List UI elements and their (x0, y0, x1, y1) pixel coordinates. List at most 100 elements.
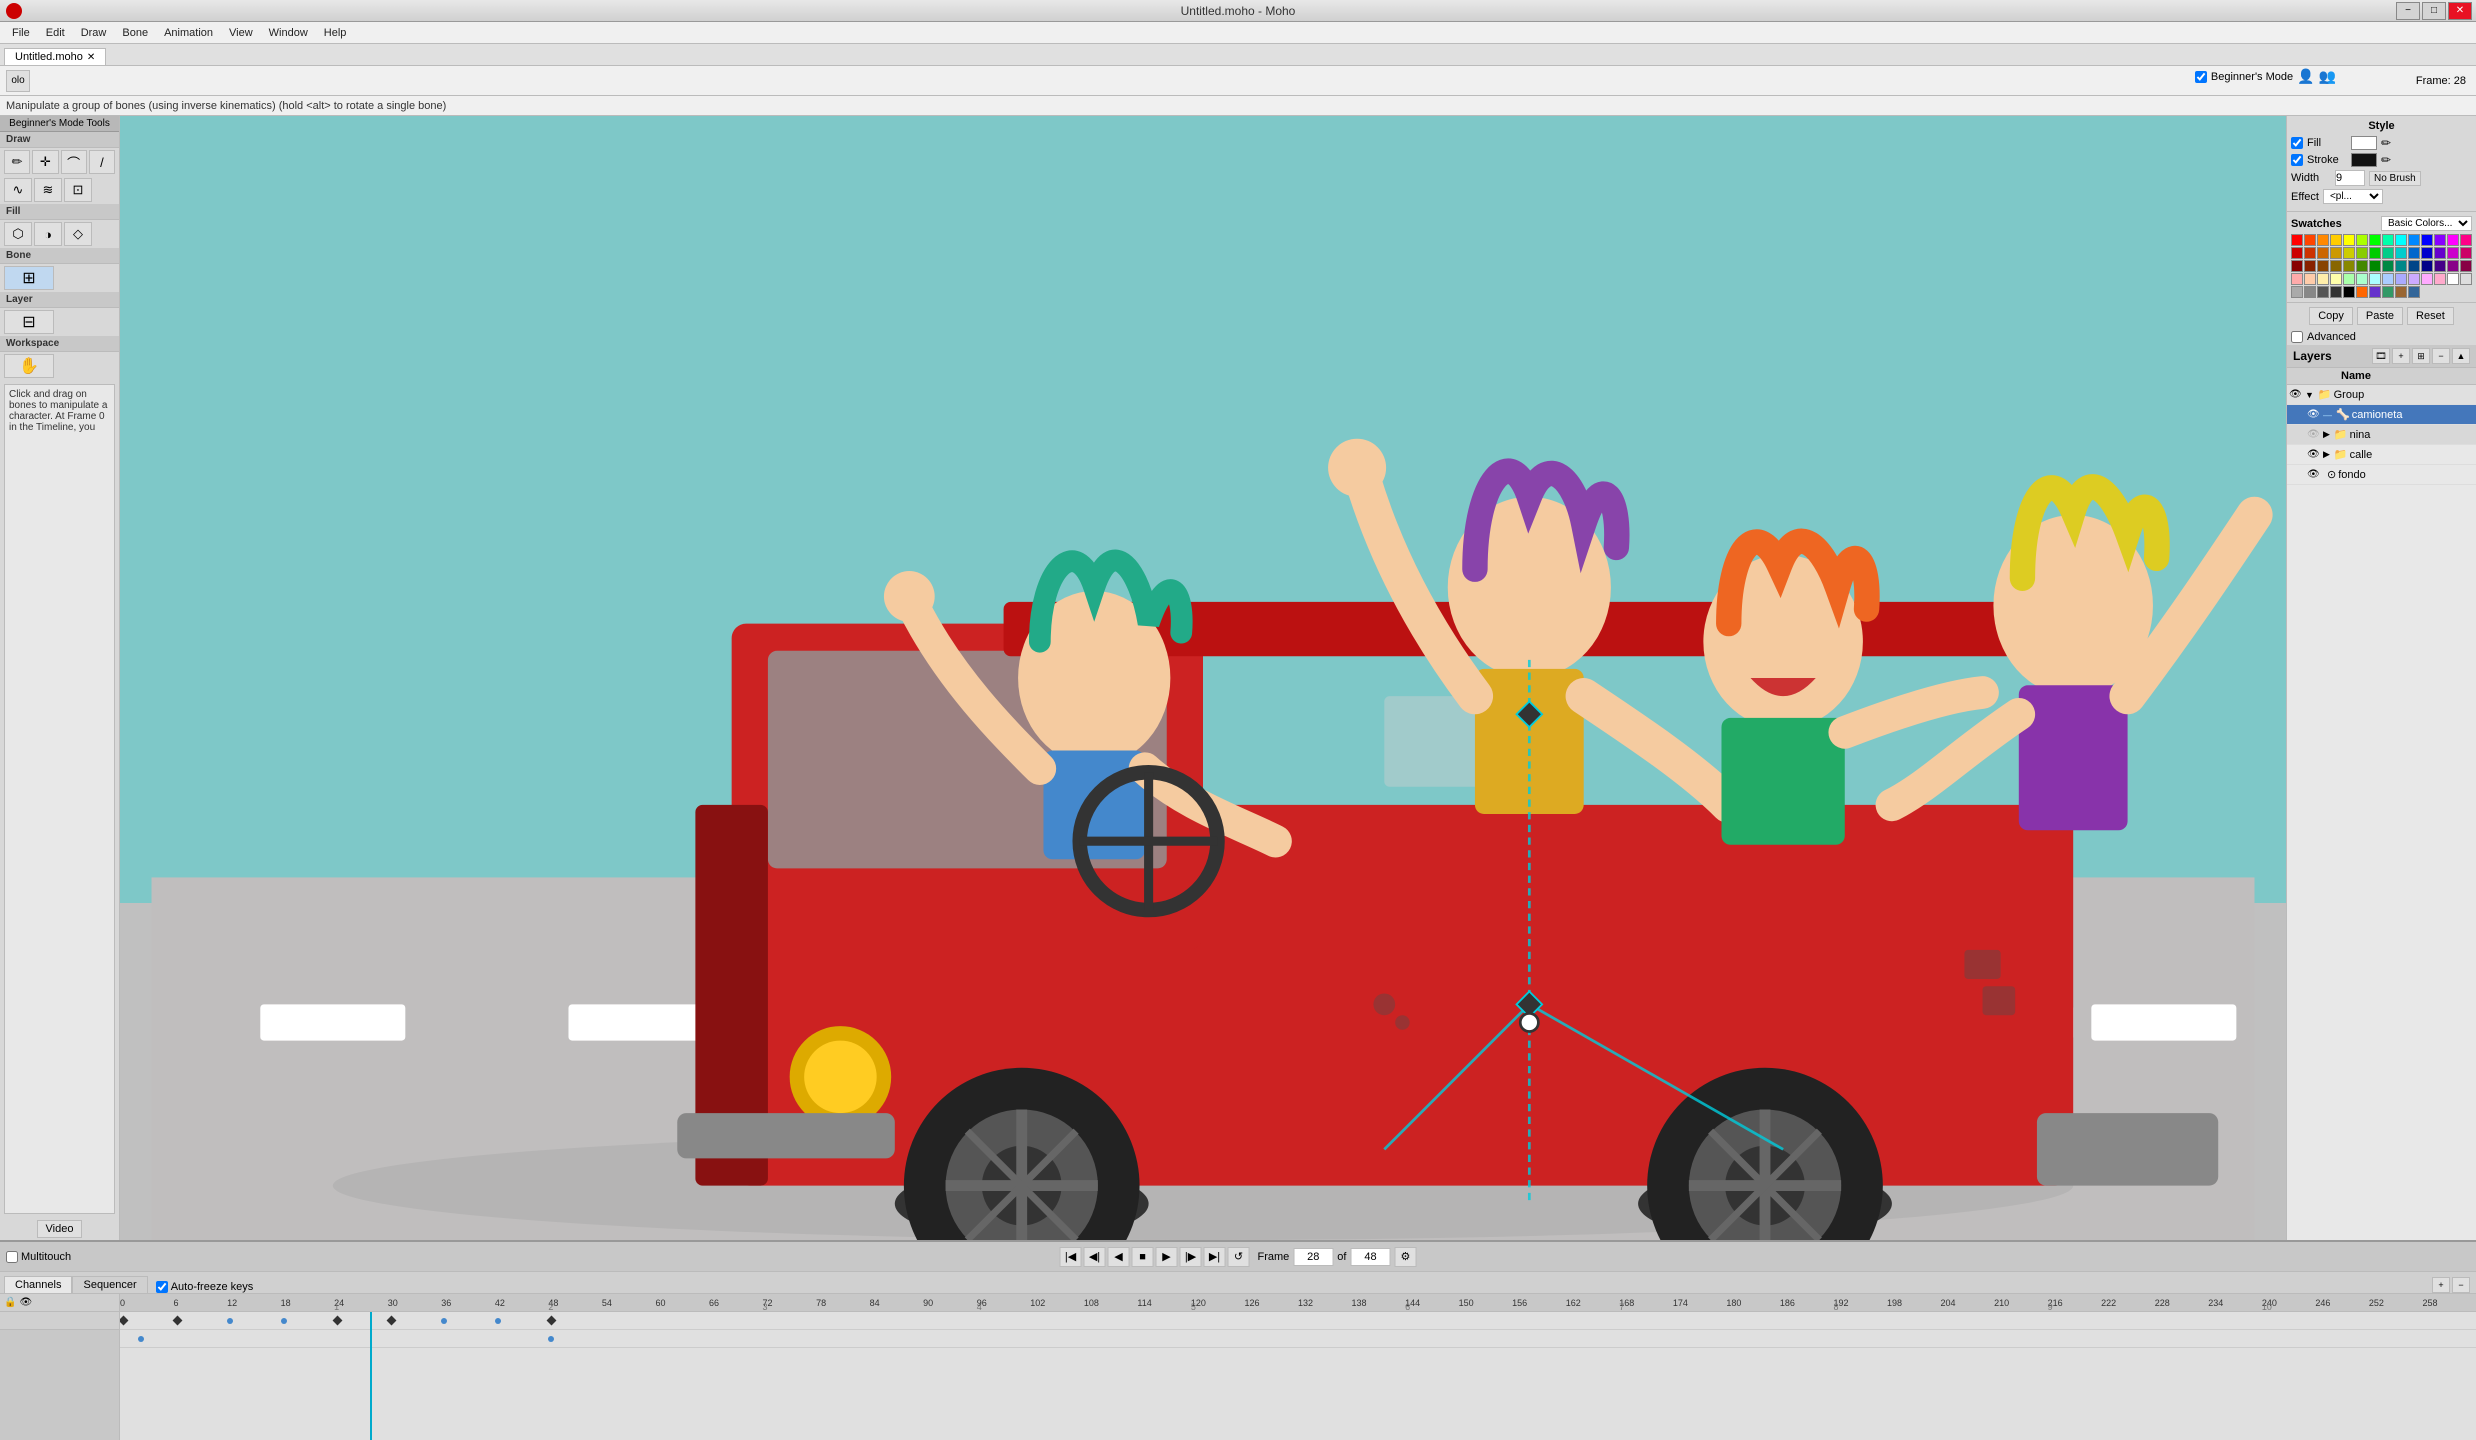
swatch-cell-19[interactable] (2356, 247, 2368, 259)
swatch-cell-64[interactable] (2395, 286, 2407, 298)
loop-button[interactable]: ↺ (1228, 1247, 1250, 1267)
swatch-cell-45[interactable] (2330, 273, 2342, 285)
swatch-cell-34[interactable] (2369, 260, 2381, 272)
gradient-tool[interactable]: ◇ (64, 222, 92, 246)
menu-animation[interactable]: Animation (156, 25, 221, 41)
swatch-cell-60[interactable] (2343, 286, 2355, 298)
menu-draw[interactable]: Draw (73, 25, 115, 41)
swatch-cell-51[interactable] (2408, 273, 2420, 285)
swatch-cell-40[interactable] (2447, 260, 2459, 272)
channels-tab[interactable]: Channels (4, 1276, 72, 1293)
layer-row-nina[interactable]: 👁 ▶ 📁 nina (2287, 425, 2476, 445)
swatch-cell-15[interactable] (2304, 247, 2316, 259)
swatch-cell-38[interactable] (2421, 260, 2433, 272)
fill-tool[interactable]: ⬡ (4, 222, 32, 246)
menu-view[interactable]: View (221, 25, 261, 41)
swatch-cell-57[interactable] (2304, 286, 2316, 298)
play-forward-button[interactable]: ▶ (1156, 1247, 1178, 1267)
width-input[interactable] (2335, 170, 2365, 186)
close-button[interactable]: ✕ (2448, 2, 2472, 20)
move-tool[interactable]: ✛ (32, 150, 58, 174)
swatch-cell-63[interactable] (2382, 286, 2394, 298)
swatch-cell-52[interactable] (2421, 273, 2433, 285)
layer-row-fondo[interactable]: 👁 ⊙ fondo (2287, 465, 2476, 485)
fill-checkbox[interactable] (2291, 137, 2303, 149)
swatch-cell-37[interactable] (2408, 260, 2420, 272)
noise-tool[interactable]: ≋ (34, 178, 62, 202)
swatch-cell-4[interactable] (2343, 234, 2355, 246)
stroke-pencil-icon[interactable]: ✏ (2381, 153, 2391, 167)
toolbar-icon[interactable]: olo (6, 70, 30, 92)
swatch-cell-50[interactable] (2395, 273, 2407, 285)
swatch-cell-22[interactable] (2395, 247, 2407, 259)
swatch-cell-2[interactable] (2317, 234, 2329, 246)
advanced-checkbox[interactable] (2291, 331, 2303, 343)
swatch-cell-35[interactable] (2382, 260, 2394, 272)
stop-button[interactable]: ■ (1132, 1247, 1154, 1267)
swatch-cell-33[interactable] (2356, 260, 2368, 272)
swatch-cell-32[interactable] (2343, 260, 2355, 272)
multitouch-checkbox[interactable] (6, 1251, 18, 1263)
maximize-button[interactable]: □ (2422, 2, 2446, 20)
fill-swatch[interactable] (2351, 136, 2377, 150)
fill-pencil-icon[interactable]: ✏ (2381, 136, 2391, 150)
swatch-cell-31[interactable] (2330, 260, 2342, 272)
layer-row-group[interactable]: 👁 ▼ 📁 Group (2287, 385, 2476, 405)
menu-bone[interactable]: Bone (114, 25, 156, 41)
swatch-cell-61[interactable] (2356, 286, 2368, 298)
swatch-cell-10[interactable] (2421, 234, 2433, 246)
swatch-cell-43[interactable] (2304, 273, 2316, 285)
swatch-cell-17[interactable] (2330, 247, 2342, 259)
swatch-cell-55[interactable] (2460, 273, 2472, 285)
swatch-cell-8[interactable] (2395, 234, 2407, 246)
swatch-cell-9[interactable] (2408, 234, 2420, 246)
copy-button[interactable]: Copy (2309, 307, 2353, 325)
swatch-cell-53[interactable] (2434, 273, 2446, 285)
menu-edit[interactable]: Edit (38, 25, 73, 41)
step-back-button[interactable]: ◀| (1084, 1247, 1106, 1267)
warp-tool[interactable]: ⊡ (64, 178, 92, 202)
timeline-content[interactable] (120, 1312, 2476, 1440)
go-end-button[interactable]: ▶| (1204, 1247, 1226, 1267)
swatch-cell-12[interactable] (2447, 234, 2459, 246)
canvas-area[interactable] (120, 116, 2286, 1240)
swatch-cell-24[interactable] (2421, 247, 2433, 259)
go-start-button[interactable]: |◀ (1060, 1247, 1082, 1267)
layer-tool[interactable]: ⊟ (4, 310, 54, 334)
swatch-cell-11[interactable] (2434, 234, 2446, 246)
swatch-cell-42[interactable] (2291, 273, 2303, 285)
curve-tool[interactable]: ⌒ (61, 150, 87, 174)
bone-tool[interactable]: ⊞ (4, 266, 54, 290)
swatch-cell-26[interactable] (2447, 247, 2459, 259)
swatch-cell-30[interactable] (2317, 260, 2329, 272)
swatch-cell-58[interactable] (2317, 286, 2329, 298)
swatch-cell-39[interactable] (2434, 260, 2446, 272)
shape-tool[interactable]: ∿ (4, 178, 32, 202)
current-frame-input[interactable] (1293, 1248, 1333, 1266)
swatch-cell-56[interactable] (2291, 286, 2303, 298)
tl-zoom-in[interactable]: + (2432, 1277, 2450, 1293)
hand-tool[interactable]: ✋ (4, 354, 54, 378)
layer-row-calle[interactable]: 👁 ▶ 📁 calle (2287, 445, 2476, 465)
auto-freeze-checkbox[interactable] (156, 1281, 168, 1293)
effect-select[interactable]: <pl... (2323, 189, 2383, 204)
swatch-cell-54[interactable] (2447, 273, 2459, 285)
reset-button[interactable]: Reset (2407, 307, 2454, 325)
swatch-cell-46[interactable] (2343, 273, 2355, 285)
options-button[interactable]: ⚙ (1394, 1247, 1416, 1267)
swatch-cell-14[interactable] (2291, 247, 2303, 259)
swatch-cell-48[interactable] (2369, 273, 2381, 285)
timeline-scroll-area[interactable]: 0612182430364248546066727884909610210811… (120, 1294, 2476, 1440)
total-frames-input[interactable] (1350, 1248, 1390, 1266)
swatch-cell-29[interactable] (2304, 260, 2316, 272)
layers-tool-3[interactable]: ⊞ (2412, 348, 2430, 364)
layers-tool-2[interactable]: + (2392, 348, 2410, 364)
swatch-cell-18[interactable] (2343, 247, 2355, 259)
swatch-cell-65[interactable] (2408, 286, 2420, 298)
swatch-cell-7[interactable] (2382, 234, 2394, 246)
swatch-cell-47[interactable] (2356, 273, 2368, 285)
swatch-preset-select[interactable]: Basic Colors... (2381, 216, 2472, 231)
swatch-cell-27[interactable] (2460, 247, 2472, 259)
video-button[interactable]: Video (37, 1220, 83, 1238)
swatch-cell-0[interactable] (2291, 234, 2303, 246)
